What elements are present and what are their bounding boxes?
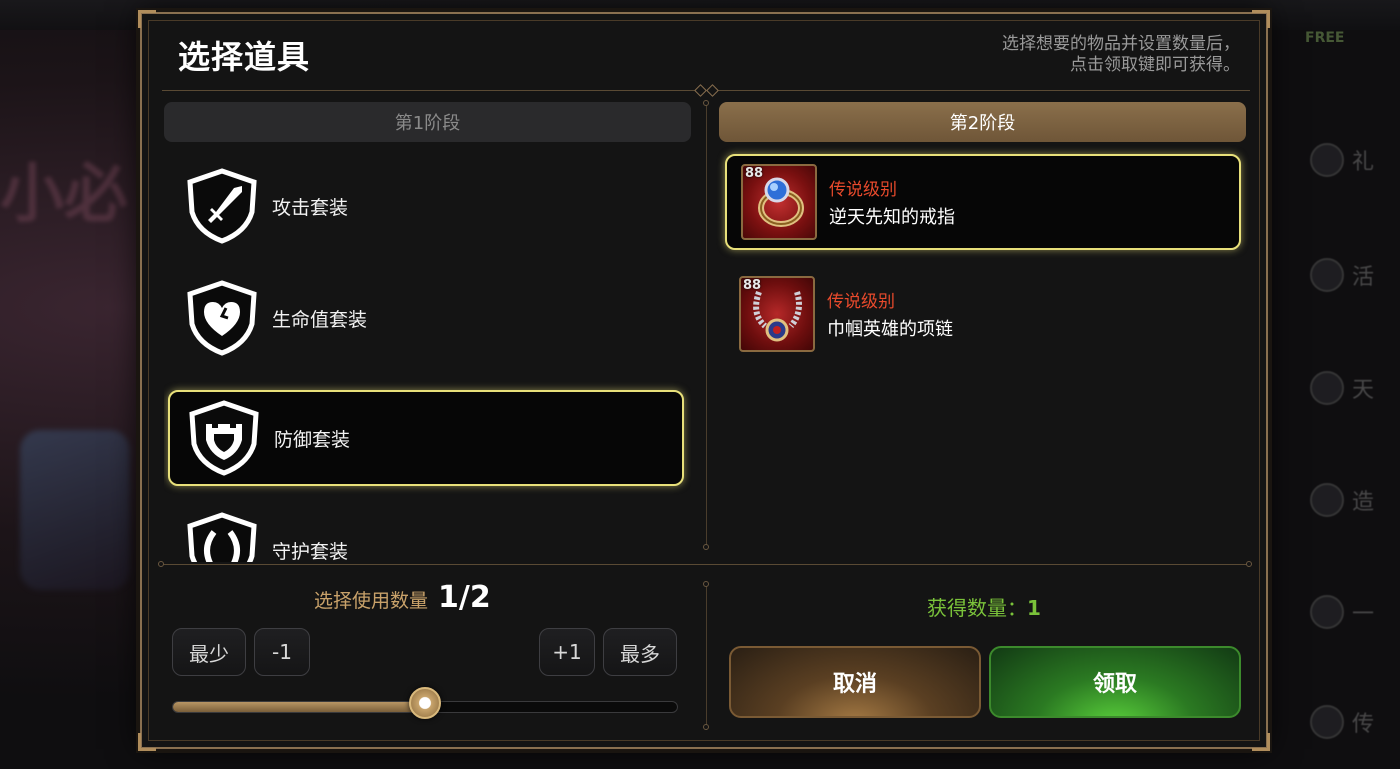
set-label: 守护套装 xyxy=(272,540,349,563)
slider-handle[interactable] xyxy=(409,687,441,719)
slider-fill xyxy=(173,702,425,712)
divider-ornament xyxy=(1246,561,1252,567)
grade-label: 传说级别 xyxy=(827,292,895,312)
set-list: 攻击套装 生命值套装 防御套装 守护套装 xyxy=(164,152,691,562)
background-menu-item: 礼 xyxy=(1310,130,1400,190)
max-button[interactable]: 最多 xyxy=(603,628,677,676)
guard-shield-icon xyxy=(186,512,258,562)
background-character xyxy=(20,430,130,590)
divider-ornament xyxy=(694,84,707,97)
item-level: 88 xyxy=(745,166,764,181)
sword-shield-icon xyxy=(186,168,258,244)
minus-one-button[interactable]: -1 xyxy=(254,628,310,676)
divider xyxy=(162,564,1250,565)
divider-ornament xyxy=(703,724,709,730)
item-name: 巾帼英雄的项链 xyxy=(827,319,953,340)
reward-item-necklace[interactable]: 88 传说级别 巾帼英雄的项链 xyxy=(725,266,1241,362)
background-menu-item: 传 xyxy=(1310,692,1400,752)
reward-text: 传说级别 巾帼英雄的项链 xyxy=(827,287,953,341)
divider-ornament xyxy=(703,581,709,587)
globe-icon xyxy=(1310,595,1344,629)
cancel-button[interactable]: 取消 xyxy=(729,646,981,718)
select-item-dialog: 选择道具 选择想要的物品并设置数量后， 点击领取键即可获得。 第1阶段 第2阶段… xyxy=(138,10,1270,751)
frame-corner xyxy=(138,10,156,28)
tab-stage-1[interactable]: 第1阶段 xyxy=(164,102,691,142)
divider-ornament xyxy=(706,84,719,97)
set-label: 攻击套装 xyxy=(272,196,349,219)
claim-button[interactable]: 领取 xyxy=(989,646,1241,718)
gift-icon xyxy=(1310,143,1344,177)
frame-corner xyxy=(1252,10,1270,28)
background-menu-item: 一 xyxy=(1310,582,1400,642)
min-button[interactable]: 最少 xyxy=(172,628,246,676)
tab-stage-2[interactable]: 第2阶段 xyxy=(719,102,1246,142)
necklace-icon: 88 xyxy=(739,276,815,352)
grade-label: 传说级别 xyxy=(829,180,897,200)
heart-shield-icon xyxy=(186,280,258,356)
event-icon xyxy=(1310,258,1344,292)
reward-text: 传说级别 逆天先知的戒指 xyxy=(829,175,955,229)
legend-icon xyxy=(1310,705,1344,739)
dialog-title: 选择道具 xyxy=(178,38,311,76)
obtain-count: 获得数量：1 xyxy=(927,596,1041,620)
dialog-hint: 选择想要的物品并设置数量后， 点击领取键即可获得。 xyxy=(1002,34,1240,75)
ring-icon: 88 xyxy=(741,164,817,240)
background-side-menu: 礼 活 天 造 一 传 xyxy=(1290,0,1400,769)
quantity-row: 选择使用数量 1/2 xyxy=(314,580,491,615)
set-item-guard[interactable]: 守护套装 xyxy=(168,502,684,562)
set-item-hp[interactable]: 生命值套装 xyxy=(168,270,684,366)
background-menu-item: 天 xyxy=(1310,358,1400,418)
set-item-attack[interactable]: 攻击套装 xyxy=(168,158,684,254)
item-level: 88 xyxy=(743,278,762,293)
castle-shield-icon xyxy=(188,400,260,476)
quantity-label: 选择使用数量 xyxy=(314,590,429,612)
costume-icon xyxy=(1310,483,1344,517)
obtain-count-value: 1 xyxy=(1027,596,1041,620)
skill-icon xyxy=(1310,371,1344,405)
set-label: 生命值套装 xyxy=(272,308,368,331)
background-menu-item: 造 xyxy=(1310,470,1400,530)
frame-corner xyxy=(138,733,156,751)
set-item-defense[interactable]: 防御套装 xyxy=(168,390,684,486)
frame-corner xyxy=(1252,733,1270,751)
divider-ornament xyxy=(703,544,709,550)
divider-ornament xyxy=(703,100,709,106)
item-name: 逆天先知的戒指 xyxy=(829,207,955,228)
set-label: 防御套装 xyxy=(274,428,351,451)
column-divider xyxy=(706,104,707,549)
quantity-value: 1/2 xyxy=(438,580,491,615)
background-menu-item: 活 xyxy=(1310,245,1400,305)
plus-one-button[interactable]: +1 xyxy=(539,628,595,676)
background-banner-text: 小必 xyxy=(0,158,128,232)
column-divider xyxy=(706,586,707,730)
reward-item-ring[interactable]: 88 传说级别 逆天先知的戒指 xyxy=(725,154,1241,250)
